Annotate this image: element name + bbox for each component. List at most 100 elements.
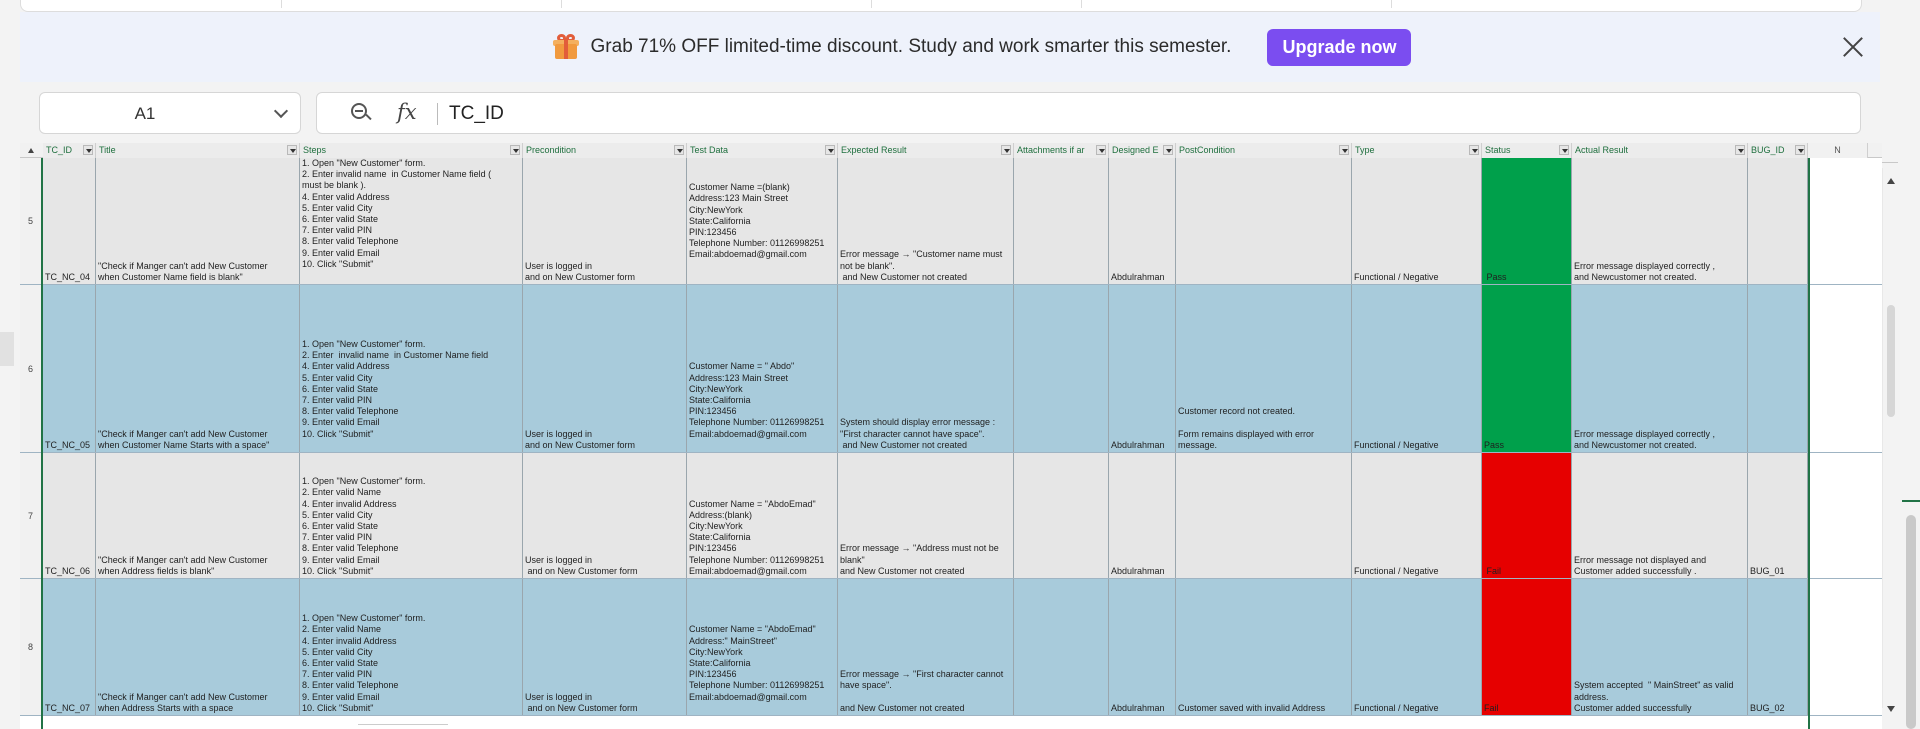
table-cell-tc-id[interactable]: TC_NC_04 [43, 158, 96, 284]
table-cell-title[interactable]: "Check if Manger can't add New Customer … [96, 453, 300, 578]
table-cell-tc-id[interactable]: TC_NC_05 [43, 285, 96, 452]
outer-scrollbar-thumb[interactable] [1906, 515, 1916, 729]
table-cell-steps[interactable]: 1. Open "New Customer" form. 2. Enter va… [300, 579, 523, 715]
table-cell-postcondition[interactable] [1176, 453, 1352, 578]
filter-dropdown-icon[interactable] [674, 145, 684, 155]
table-cell-status[interactable]: Pass [1482, 158, 1572, 284]
scrollbar-thumb[interactable] [1887, 305, 1895, 417]
table-cell-precondition[interactable]: User is logged in and on New Customer fo… [523, 579, 687, 715]
upgrade-now-button[interactable]: Upgrade now [1267, 28, 1412, 66]
column-header[interactable]: Steps [300, 143, 523, 158]
table-cell-test-data[interactable]: Customer Name = "AbdoEmad" Address:" Mai… [687, 579, 838, 715]
column-header[interactable]: PostCondition [1176, 143, 1352, 158]
scroll-up-icon[interactable] [1887, 178, 1895, 184]
table-cell-attachments-if-ar[interactable] [1014, 285, 1109, 452]
filter-dropdown-icon[interactable] [1795, 145, 1805, 155]
table-cell-actual-result[interactable]: System accepted " MainStreet" as valid a… [1572, 579, 1748, 715]
table-cell-test-data[interactable]: Customer Name = "AbdoEmad" Address:(blan… [687, 453, 838, 578]
table-cell-empty[interactable] [1808, 579, 1868, 715]
column-header[interactable]: BUG_ID [1748, 143, 1808, 158]
table-cell-precondition[interactable]: User is logged in and on New Customer fo… [523, 158, 687, 284]
name-box[interactable]: A1 [39, 92, 301, 134]
table-cell-tc-id[interactable]: TC_NC_06 [43, 453, 96, 578]
table-cell-type[interactable]: Functional / Negative [1352, 579, 1482, 715]
filter-dropdown-icon[interactable] [1001, 145, 1011, 155]
filter-dropdown-icon[interactable] [287, 145, 297, 155]
table-cell-empty[interactable] [1808, 285, 1868, 452]
table-cell-attachments-if-ar[interactable] [1014, 453, 1109, 578]
table-cell-precondition[interactable]: User is logged in and on New Customer fo… [523, 453, 687, 578]
filter-dropdown-icon[interactable] [1469, 145, 1479, 155]
chevron-down-icon[interactable] [273, 103, 289, 119]
column-header[interactable]: Type [1352, 143, 1482, 158]
table-cell-test-data[interactable]: Customer Name = " Abdo" Address:123 Main… [687, 285, 838, 452]
filter-dropdown-icon[interactable] [825, 145, 835, 155]
filter-dropdown-icon[interactable] [1339, 145, 1349, 155]
scroll-down-icon[interactable] [1887, 706, 1895, 712]
column-header[interactable]: Test Data [687, 143, 838, 158]
table-cell-status[interactable]: Fail [1482, 579, 1572, 715]
table-cell-expected-result[interactable]: Error message → "First character cannot … [838, 579, 1014, 715]
sheet-grid[interactable]: TC_ID Title Steps Precondition Test Data Expe… [20, 143, 1882, 729]
row-number[interactable]: 8 [20, 579, 42, 715]
table-cell-title[interactable]: "Check if Manger can't add New Customer … [96, 579, 300, 715]
column-header[interactable]: Expected Result [838, 143, 1014, 158]
column-header[interactable]: Actual Result [1572, 143, 1748, 158]
table-cell-actual-result[interactable]: Error message not displayed and Customer… [1572, 453, 1748, 578]
table-cell-empty[interactable] [1808, 453, 1868, 578]
table-cell-steps[interactable]: 1. Open "New Customer" form. 2. Enter in… [300, 158, 523, 284]
filter-dropdown-icon[interactable] [1735, 145, 1745, 155]
table-cell-postcondition[interactable]: Customer saved with invalid Address [1176, 579, 1352, 715]
column-header[interactable]: N [1808, 143, 1868, 158]
table-cell-type[interactable]: Functional / Negative [1352, 285, 1482, 452]
filter-dropdown-icon[interactable] [510, 145, 520, 155]
column-header[interactable]: Status [1482, 143, 1572, 158]
table-cell-attachments-if-ar[interactable] [1014, 158, 1109, 284]
table-cell-expected-result[interactable]: Error message → "Customer name must not … [838, 158, 1014, 284]
table-cell-designed-e[interactable]: Abdulrahman [1109, 158, 1176, 284]
column-header[interactable]: Attachments if ar [1014, 143, 1109, 158]
filter-dropdown-icon[interactable] [1096, 145, 1106, 155]
row-number[interactable]: 6 [20, 285, 42, 452]
table-cell-status[interactable]: Pass [1482, 285, 1572, 452]
column-header[interactable]: Title [96, 143, 300, 158]
fx-icon[interactable]: fx [397, 100, 417, 124]
table-cell-bug-id[interactable]: BUG_02 [1748, 579, 1808, 715]
column-header[interactable]: Precondition [523, 143, 687, 158]
table-cell-actual-result[interactable]: Error message displayed correctly , and … [1572, 158, 1748, 284]
table-cell-bug-id[interactable] [1748, 285, 1808, 452]
filter-dropdown-icon[interactable] [83, 145, 93, 155]
outer-scrollbar[interactable] [1902, 0, 1920, 729]
table-cell-designed-e[interactable]: Abdulrahman [1109, 285, 1176, 452]
row-number[interactable]: 5 [20, 158, 42, 284]
table-cell-type[interactable]: Functional / Negative [1352, 158, 1482, 284]
vertical-scrollbar[interactable] [1882, 158, 1902, 729]
column-header[interactable]: Designed E [1109, 143, 1176, 158]
table-cell-bug-id[interactable] [1748, 158, 1808, 284]
table-cell-tc-id[interactable]: TC_NC_07 [43, 579, 96, 715]
table-cell-postcondition[interactable]: Customer record not created. Form remain… [1176, 285, 1352, 452]
table-cell-expected-result[interactable]: System should display error message : "F… [838, 285, 1014, 452]
column-header[interactable]: TC_ID [43, 143, 96, 158]
table-cell-designed-e[interactable]: Abdulrahman [1109, 579, 1176, 715]
zoom-out-icon[interactable] [351, 103, 372, 123]
table-cell-empty[interactable] [1808, 158, 1868, 284]
sheet-tab[interactable] [358, 724, 448, 729]
table-cell-postcondition[interactable] [1176, 158, 1352, 284]
table-cell-bug-id[interactable]: BUG_01 [1748, 453, 1808, 578]
filter-dropdown-icon[interactable] [1559, 145, 1569, 155]
gutter-tab[interactable] [0, 332, 14, 366]
formula-input[interactable]: TC_ID [449, 103, 504, 125]
table-cell-precondition[interactable]: User is logged in and on New Customer fo… [523, 285, 687, 452]
select-all-corner-icon[interactable] [28, 148, 34, 153]
table-cell-status[interactable]: Fail [1482, 453, 1572, 578]
close-icon[interactable] [1842, 36, 1864, 58]
row-number[interactable]: 7 [20, 453, 42, 578]
formula-bar[interactable]: fx TC_ID [316, 92, 1861, 134]
table-cell-test-data[interactable]: Customer Name =(blank) Address:123 Main … [687, 158, 838, 284]
table-cell-title[interactable]: "Check if Manger can't add New Customer … [96, 158, 300, 284]
table-cell-actual-result[interactable]: Error message displayed correctly , and … [1572, 285, 1748, 452]
table-cell-steps[interactable]: 1. Open "New Customer" form. 2. Enter va… [300, 453, 523, 578]
table-cell-expected-result[interactable]: Error message → "Address must not be bla… [838, 453, 1014, 578]
table-cell-title[interactable]: "Check if Manger can't add New Customer … [96, 285, 300, 452]
